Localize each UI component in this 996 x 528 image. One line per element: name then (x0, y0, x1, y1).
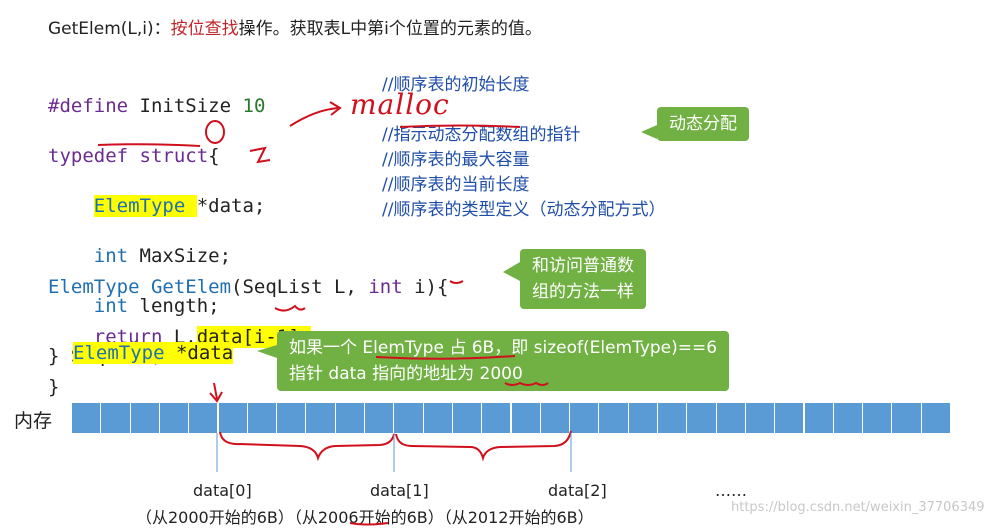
brace-data-0 (219, 431, 395, 462)
data-mark (249, 146, 271, 164)
size-underline (375, 355, 516, 360)
index-underline (274, 304, 306, 312)
addr-underline (504, 381, 549, 386)
i-underline (449, 280, 464, 284)
annotation-layer (97, 101, 657, 526)
brace-data-1 (395, 430, 572, 462)
elemtype-underline (97, 143, 201, 147)
bubble-tail-dynamic (641, 125, 657, 139)
asterisk-circle (205, 120, 225, 144)
bubble-tail-array (503, 262, 520, 281)
comment-underline (399, 124, 521, 128)
bubble-tail-info (257, 345, 277, 358)
malloc-arrow (289, 107, 339, 127)
address-underline (349, 522, 389, 526)
